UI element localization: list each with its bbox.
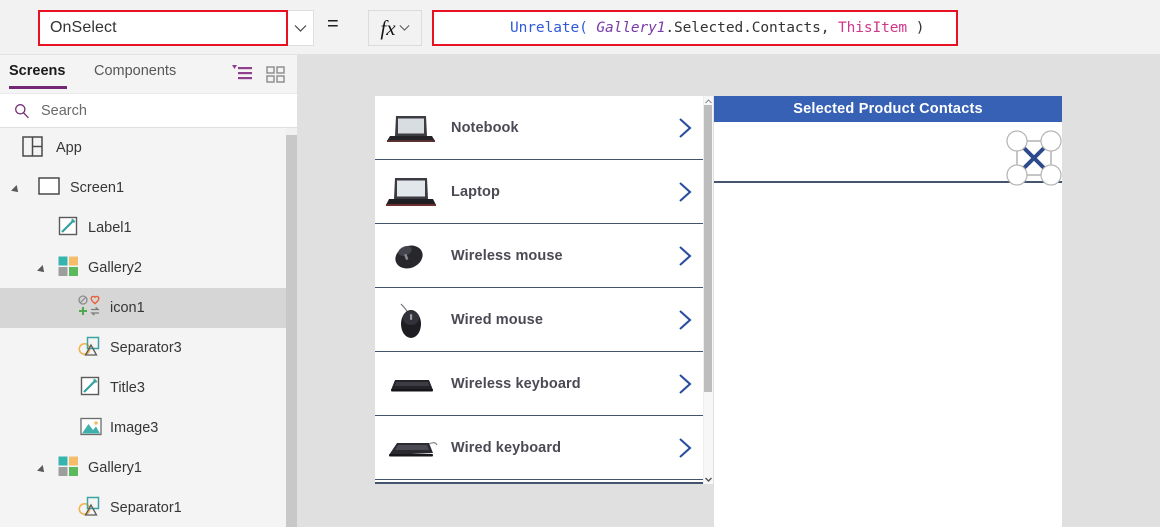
gallery-row[interactable]: Wired mouse: [375, 288, 710, 352]
gallery-row[interactable]: Laptop: [375, 160, 710, 224]
fx-label: fx: [380, 15, 396, 40]
chevron-down-icon: [399, 25, 410, 31]
chevron-down-icon: [294, 24, 307, 32]
image-icon: [80, 417, 102, 440]
search-icon: [15, 103, 29, 118]
property-selector[interactable]: OnSelect: [38, 10, 288, 46]
wired-mouse-photo: [383, 300, 439, 340]
search-input[interactable]: Search: [0, 93, 297, 128]
chevron-right-icon[interactable]: [678, 437, 692, 459]
gallery-row-title: Wired mouse: [451, 311, 544, 328]
equals-sign: =: [327, 13, 339, 35]
tree-item-label: Separator3: [110, 340, 182, 356]
gallery-row[interactable]: Wired keyboard: [375, 416, 710, 480]
label-icon: [58, 216, 78, 240]
formula-text: Unrelate( Gallery1.Selected.Contacts, Th…: [434, 12, 925, 44]
tree-item-image3[interactable]: Image3: [0, 408, 297, 448]
separator-icon: [78, 496, 101, 521]
contacts-panel-body: [714, 183, 1062, 527]
tree-item-label: Gallery2: [88, 260, 142, 276]
laptop-photo: [383, 172, 439, 212]
formula-token-function: Unrelate(: [510, 20, 588, 36]
gallery-row[interactable]: Wireless mouse: [375, 224, 710, 288]
chevron-expand-icon[interactable]: [11, 185, 21, 195]
tree-item-app[interactable]: App: [0, 128, 297, 168]
gallery-icon: [58, 456, 79, 481]
property-selector-dropdown-button[interactable]: [288, 10, 314, 46]
gallery-row[interactable]: Notebook: [375, 96, 710, 160]
tree-item-gallery1[interactable]: Gallery1: [0, 448, 297, 488]
chevron-right-icon[interactable]: [678, 373, 692, 395]
contacts-panel-title: Selected Product Contacts: [714, 96, 1062, 122]
tree-item-separator1[interactable]: Separator1: [0, 488, 297, 527]
tree-item-label1[interactable]: Label1: [0, 208, 297, 248]
sidebar-tabs: Screens Components: [0, 55, 297, 93]
screen-icon: [38, 177, 60, 199]
tree-item-label: App: [56, 140, 82, 156]
tree-item-label: Screen1: [70, 180, 125, 196]
tree-item-label: icon1: [110, 300, 145, 316]
notebook-photo: [383, 108, 439, 148]
search-placeholder: Search: [41, 102, 87, 119]
tree-item-separator3[interactable]: Separator3: [0, 328, 297, 368]
fx-button[interactable]: fx: [368, 10, 422, 46]
contacts-panel[interactable]: Selected Product Contacts: [714, 96, 1062, 527]
tree-item-label: Image3: [110, 420, 159, 436]
tab-active-indicator: [9, 86, 67, 89]
selection-handle-icon[interactable]: [1005, 129, 1063, 187]
tab-screens[interactable]: Screens: [9, 63, 65, 79]
chevron-expand-icon[interactable]: [37, 265, 47, 275]
app-icon: [22, 135, 43, 161]
filter-list-icon[interactable]: [232, 65, 254, 83]
label-icon: [80, 376, 100, 400]
separator-icon: [78, 336, 101, 361]
formula-bar: OnSelect = fx Unrelate( Gallery1.Selecte…: [0, 0, 1160, 55]
gallery-row-title: Wireless mouse: [451, 247, 563, 264]
chevron-right-icon[interactable]: [678, 117, 692, 139]
component-tree: App Screen1 Label1 Gallery2 icon1 Separa…: [0, 128, 297, 527]
gallery-row-title: Wired keyboard: [451, 439, 562, 456]
scroll-down-arrow-icon[interactable]: [704, 475, 712, 483]
gallery-row-title: Laptop: [451, 183, 500, 200]
gallery-scrollbar-thumb[interactable]: [704, 105, 712, 392]
tree-item-label: Separator1: [110, 500, 182, 516]
tree-view-sidebar: Screens Components Search App Screen1 La…: [0, 55, 297, 527]
gallery-row-title: Notebook: [451, 119, 519, 136]
chevron-right-icon[interactable]: [678, 245, 692, 267]
tree-item-screen1[interactable]: Screen1: [0, 168, 297, 208]
scroll-up-arrow-icon[interactable]: [704, 97, 712, 105]
grid-view-icon[interactable]: [266, 66, 286, 83]
tree-item-label: Label1: [88, 220, 132, 236]
tree-item-label: Title3: [110, 380, 145, 396]
icon-set-icon: [78, 295, 102, 321]
wireless-mouse-photo: [383, 236, 439, 276]
wired-keyboard-photo: [383, 428, 439, 468]
chevron-right-icon[interactable]: [678, 309, 692, 331]
formula-token-path: .Selected.Contacts,: [665, 20, 839, 36]
gallery-row-title: Wireless keyboard: [451, 375, 581, 392]
formula-token-control: Gallery1: [596, 20, 666, 36]
product-gallery[interactable]: Notebook Laptop Wireless mouse Wired mou…: [375, 96, 710, 484]
formula-token-close: ): [907, 20, 925, 36]
formula-input[interactable]: Unrelate( Gallery1.Selected.Contacts, Th…: [432, 10, 958, 46]
property-selector-value: OnSelect: [50, 19, 117, 36]
tree-item-title3[interactable]: Title3: [0, 368, 297, 408]
chevron-expand-icon[interactable]: [37, 465, 47, 475]
tab-components[interactable]: Components: [94, 63, 176, 79]
formula-token-keyword: ThisItem: [838, 20, 908, 36]
tree-item-label: Gallery1: [88, 460, 142, 476]
gallery-row[interactable]: Wireless keyboard: [375, 352, 710, 416]
chevron-right-icon[interactable]: [678, 181, 692, 203]
tree-item-gallery2[interactable]: Gallery2: [0, 248, 297, 288]
gallery-icon: [58, 256, 79, 281]
app-canvas: Notebook Laptop Wireless mouse Wired mou…: [297, 55, 1160, 527]
tree-item-icon1[interactable]: icon1: [0, 288, 297, 328]
sidebar-scrollbar-thumb[interactable]: [286, 135, 297, 527]
wireless-keyboard-photo: [383, 364, 439, 404]
power-apps-studio: OnSelect = fx Unrelate( Gallery1.Selecte…: [0, 0, 1160, 527]
